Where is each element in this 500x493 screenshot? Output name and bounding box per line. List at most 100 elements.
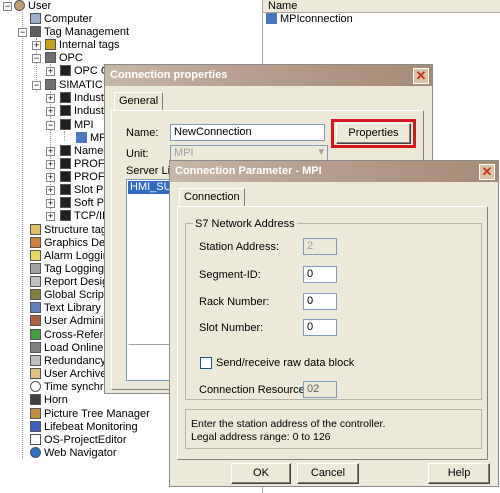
expand-toggle[interactable]: + <box>46 173 55 182</box>
collapse-toggle[interactable]: − <box>18 28 27 37</box>
tag-logging-icon <box>30 263 41 274</box>
tree-item-web-navigator[interactable]: Web Navigator <box>30 447 117 460</box>
tree-item-opc[interactable]: OPC <box>45 52 83 65</box>
tree-item-label: User Archive <box>44 368 107 380</box>
tree-item-opc-group[interactable]: OPC G <box>60 65 109 78</box>
tree-item-profibus[interactable]: PROFI <box>60 171 108 184</box>
tab-general[interactable]: General <box>114 92 164 110</box>
collapse-toggle[interactable]: − <box>32 81 41 90</box>
list-item[interactable]: MPIconnection <box>266 13 353 26</box>
mpi-connection-icon <box>266 13 277 24</box>
global-script-icon <box>30 289 41 300</box>
tree-item-computer[interactable]: Computer <box>30 13 92 26</box>
server-list-item[interactable]: HMI_SUN <box>128 181 174 194</box>
tree-item-mpi[interactable]: MPI <box>60 119 94 132</box>
ok-button[interactable]: OK <box>231 463 291 484</box>
hint-line-1: Enter the station address of the control… <box>191 418 386 430</box>
rack-number-field[interactable]: 0 <box>303 293 337 310</box>
web-navigator-icon <box>30 447 41 458</box>
station-address-label: Station Address: <box>199 241 280 253</box>
cancel-button[interactable]: Cancel <box>297 463 359 484</box>
tree-item-industrial-ethernet[interactable]: Indust <box>60 105 104 118</box>
close-icon[interactable]: ✕ <box>479 164 495 180</box>
properties-button[interactable]: Properties <box>336 123 411 144</box>
tree-item-label: PROFI <box>74 171 108 183</box>
expand-toggle[interactable]: + <box>46 199 55 208</box>
expand-toggle[interactable]: + <box>46 107 55 116</box>
tab-connection[interactable]: Connection <box>179 188 245 206</box>
tree-item-lifebeat[interactable]: Lifebeat Monitoring <box>30 421 138 434</box>
tag-management-icon <box>30 26 41 37</box>
tree-item-user[interactable]: User <box>14 0 51 13</box>
collapse-toggle[interactable]: − <box>32 54 41 63</box>
tree-item-label: Internal tags <box>59 39 120 51</box>
mpi-icon <box>60 119 71 130</box>
help-button[interactable]: Help <box>428 463 490 484</box>
tree-item-tag-logging[interactable]: Tag Logging <box>30 263 104 276</box>
user-icon <box>14 0 25 11</box>
profibus-icon <box>60 158 71 169</box>
tree-item-named-connections[interactable]: Named <box>60 145 109 158</box>
hint-line-2: Legal address range: 0 to 126 <box>191 431 331 443</box>
tree-item-tag-management[interactable]: Tag Management <box>30 26 129 39</box>
tcpip-icon <box>60 210 71 221</box>
picture-tree-icon <box>30 408 41 419</box>
expand-toggle[interactable]: + <box>46 147 55 156</box>
close-icon[interactable]: ✕ <box>413 68 429 84</box>
expand-toggle[interactable]: + <box>46 212 55 221</box>
tree-item-label: Computer <box>44 13 93 25</box>
expand-toggle[interactable]: + <box>46 160 55 169</box>
column-header-name[interactable]: Name <box>263 0 500 13</box>
computer-icon <box>30 13 41 24</box>
tree-item-label: Horn <box>44 394 68 406</box>
tree-item-label: MPI <box>74 119 94 131</box>
expand-toggle[interactable]: + <box>46 186 55 195</box>
tree-item-picture-tree[interactable]: Picture Tree Manager <box>30 408 150 421</box>
tree-item-industrial-ethernet[interactable]: Indust <box>60 92 104 105</box>
tree-item-profibus[interactable]: PROFI <box>60 158 108 171</box>
graphics-designer-icon <box>30 237 41 248</box>
tree-item-simatic[interactable]: SIMATIC S <box>45 79 113 92</box>
tree-item-cross-reference[interactable]: Cross-Referen <box>30 329 116 342</box>
slot-number-field[interactable]: 0 <box>303 319 337 336</box>
tree-item-internal-tags[interactable]: Internal tags <box>45 39 120 52</box>
simatic-icon <box>45 79 56 90</box>
tree-item-slot-plc[interactable]: Slot PL <box>60 184 109 197</box>
connection-resource-field: 02 <box>303 381 337 398</box>
tree-item-alarm-logging[interactable]: Alarm Logging <box>30 250 115 263</box>
tree-item-horn[interactable]: Horn <box>30 394 68 407</box>
collapse-toggle[interactable]: − <box>46 121 55 130</box>
tree-item-label: OPC <box>59 52 83 64</box>
expand-toggle[interactable]: + <box>32 41 41 50</box>
segment-id-field[interactable]: 0 <box>303 266 337 283</box>
tree-item-label: Indust <box>74 92 104 104</box>
tree-item-user-archive[interactable]: User Archive <box>30 368 106 381</box>
tree-item-text-library[interactable]: Text Library <box>30 302 101 315</box>
tree-item-label: PROFI <box>74 158 108 170</box>
collapse-toggle[interactable]: − <box>3 2 12 11</box>
expand-toggle[interactable]: + <box>46 67 55 76</box>
tree-item-tcpip[interactable]: TCP/IP <box>60 210 109 223</box>
name-field[interactable]: NewConnection <box>170 124 325 141</box>
lifebeat-icon <box>30 421 41 432</box>
group-title: S7 Network Address <box>193 218 297 230</box>
tree-item-label: Picture Tree Manager <box>44 408 150 420</box>
tree-item-mpi-connection[interactable]: MP <box>76 132 107 145</box>
tree-item-global-script[interactable]: Global Script <box>30 289 107 302</box>
tree-item-structure-tag[interactable]: Structure tag <box>30 224 107 237</box>
cross-reference-icon <box>30 329 41 340</box>
tree-item-os-project-editor[interactable]: OS-ProjectEditor <box>30 434 127 447</box>
tree-item-user-administrator[interactable]: User Administr <box>30 315 116 328</box>
station-address-field[interactable]: 2 <box>303 238 337 255</box>
expand-toggle[interactable]: + <box>46 94 55 103</box>
slot-plc-icon <box>60 184 71 195</box>
slot-number-label: Slot Number: <box>199 322 264 334</box>
dialog-title: Connection properties <box>105 65 432 86</box>
industrial-ethernet-icon <box>60 105 71 116</box>
tree-item-redundancy[interactable]: Redundancy <box>30 355 106 368</box>
tree-item-soft-plc[interactable]: Soft PL <box>60 197 110 210</box>
tree-item-label: Lifebeat Monitoring <box>44 421 138 433</box>
raw-data-checkbox[interactable] <box>200 357 212 369</box>
tree-item-time-sync[interactable]: Time synchron <box>30 381 116 394</box>
tree-item-label: Global Script <box>44 289 107 301</box>
